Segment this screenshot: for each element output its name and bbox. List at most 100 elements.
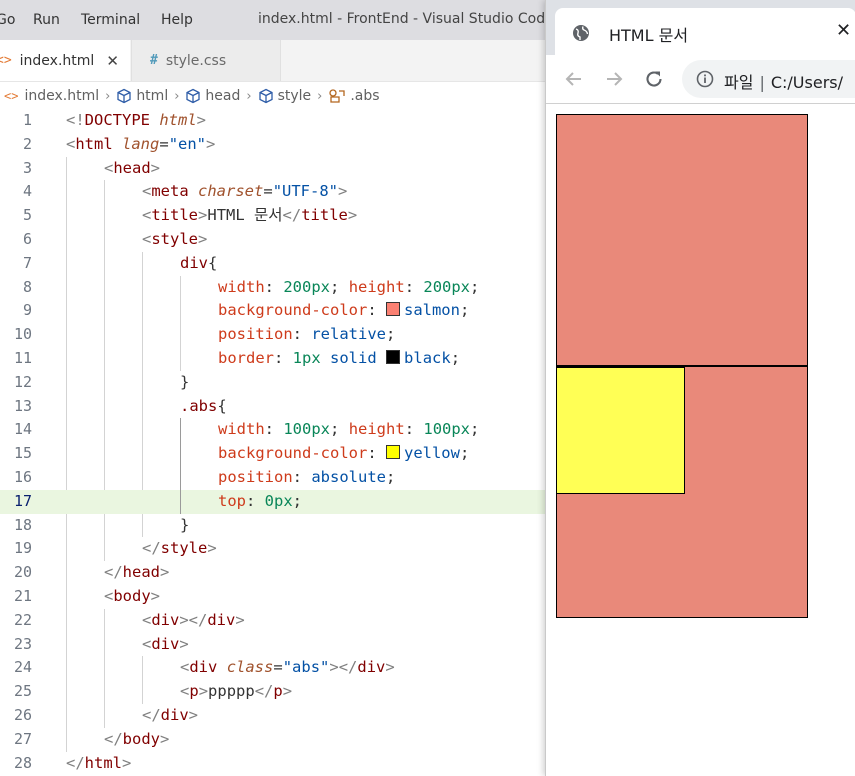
code-text: background-color: yellow;: [218, 444, 470, 463]
chevron-right-icon: ›: [105, 88, 111, 104]
css-selector-icon: [329, 89, 345, 103]
line-number: 15: [13, 444, 32, 463]
element-cube-icon: [117, 88, 131, 104]
info-icon[interactable]: [696, 70, 714, 88]
reload-icon[interactable]: [643, 68, 665, 90]
code-line: 4 <meta charset="UTF-8">: [0, 180, 545, 205]
code-text: <div>: [142, 634, 189, 653]
code-text: <style>: [142, 229, 208, 248]
line-number: 11: [13, 348, 32, 367]
color-swatch[interactable]: [386, 349, 401, 364]
code-text: </html>: [66, 753, 132, 772]
menu-go[interactable]: Go: [0, 12, 15, 28]
code-line: 24 <div class="abs"></div>: [0, 656, 545, 681]
tab-index-html[interactable]: <> index.html ✕: [0, 40, 130, 81]
title-bar: Go Run Terminal Help index.html - FrontE…: [0, 0, 545, 40]
browser-tab[interactable]: HTML 문서 ✕: [555, 8, 855, 55]
line-number: 21: [13, 586, 32, 605]
code-line: 11 border: 1px solid black;: [0, 346, 545, 371]
line-number: 22: [13, 610, 32, 629]
line-number: 5: [22, 206, 32, 225]
address-text: 파일 | C:/Users/: [724, 69, 843, 93]
line-number: 4: [22, 182, 32, 201]
code-line: 22 <div></div>: [0, 608, 545, 633]
page-viewport: [546, 104, 855, 776]
line-number: 24: [13, 658, 32, 677]
address-separator: |: [759, 73, 765, 92]
code-text: background-color: salmon;: [218, 301, 470, 320]
code-line: 28 </html>: [0, 752, 545, 776]
back-icon[interactable]: [564, 69, 584, 89]
chevron-right-icon: ›: [246, 88, 252, 104]
code-text: </body>: [104, 729, 170, 748]
code-text: top: 0px;: [218, 491, 303, 510]
code-line: 10 position: relative;: [0, 323, 545, 347]
close-icon[interactable]: ✕: [106, 52, 119, 70]
line-number: 14: [13, 420, 32, 439]
element-cube-icon: [186, 88, 201, 104]
code-line: 7 div{: [0, 251, 545, 276]
code-text: <head>: [104, 158, 161, 177]
breadcrumb-item-abs[interactable]: .abs: [328, 88, 380, 104]
line-number: 2: [22, 134, 32, 153]
code-line: 23 <div>: [0, 632, 545, 657]
code-line: 14 width: 100px; height: 100px;: [0, 418, 545, 443]
code-text: position: absolute;: [218, 467, 396, 486]
globe-icon: [573, 25, 589, 41]
html-file-icon: <>: [0, 53, 12, 68]
browser-window: HTML 문서 ✕ 파일 | C:/Users/: [545, 0, 855, 776]
code-text: width: 100px; height: 100px;: [218, 420, 480, 439]
browser-toolbar: 파일 | C:/Users/: [546, 55, 855, 104]
html-file-icon: <>: [4, 89, 19, 103]
line-number: 17: [13, 491, 32, 510]
code-line: 8 width: 200px; height: 200px;: [0, 275, 545, 300]
css-file-icon: #: [150, 53, 158, 68]
breadcrumb-item-html[interactable]: html: [116, 88, 168, 104]
line-number: 23: [13, 634, 32, 653]
code-line: 5 <title>HTML 문서</title>: [0, 204, 545, 228]
code-line-current[interactable]: 17 top: 0px;: [0, 489, 545, 514]
code-text: }: [180, 515, 190, 534]
code-line: 12}: [0, 370, 545, 395]
tab-style-css[interactable]: # style.css: [131, 40, 281, 81]
chevron-right-icon: ›: [317, 88, 323, 104]
tab-label: style.css: [165, 52, 227, 69]
code-line: 25 <p>ppppp</p>: [0, 680, 545, 704]
code-line: 6 <style>: [0, 227, 545, 252]
line-number: 16: [13, 467, 32, 486]
breadcrumb-item-file[interactable]: <> index.html: [0, 88, 99, 104]
code-line: 20 </head>: [0, 561, 545, 585]
code-text: </head>: [104, 563, 170, 582]
code-text: </style>: [142, 539, 217, 558]
address-scheme-label: 파일: [724, 73, 754, 92]
line-number: 20: [13, 563, 32, 582]
line-number: 25: [13, 682, 32, 701]
close-icon[interactable]: ✕: [836, 20, 851, 41]
code-text: <meta charset="UTF-8">: [142, 182, 348, 201]
code-text: <!DOCTYPE html>: [66, 111, 207, 129]
address-bar[interactable]: 파일 | C:/Users/: [682, 60, 855, 98]
menu-help[interactable]: Help: [161, 12, 193, 28]
window-title: index.html - FrontEnd - Visual Studio Co…: [258, 11, 545, 27]
line-number: 3: [22, 158, 32, 177]
menu-terminal[interactable]: Terminal: [81, 12, 140, 28]
line-number: 13: [13, 396, 32, 415]
code-editor[interactable]: 1 <!DOCTYPE html> 2 <html lang="en"> 3 <hea…: [0, 109, 545, 776]
line-number: 8: [22, 277, 32, 296]
color-swatch[interactable]: [385, 445, 400, 460]
code-text: width: 200px; height: 200px;: [218, 277, 480, 296]
color-swatch[interactable]: [385, 302, 400, 317]
breadcrumb-item-head[interactable]: head: [185, 88, 240, 104]
menu-run[interactable]: Run: [33, 12, 60, 28]
breadcrumb-item-style[interactable]: style: [258, 88, 311, 104]
editor-tab-bar: <> index.html ✕ # style.css: [0, 40, 545, 82]
code-line: 18}: [0, 513, 545, 538]
code-text: <div class="abs"></div>: [180, 658, 395, 677]
line-number: 12: [13, 372, 32, 391]
code-text: <title>HTML 문서</title>: [142, 206, 358, 225]
code-line: 13 .abs{: [0, 394, 545, 419]
browser-tab-title: HTML 문서: [609, 26, 689, 45]
forward-icon[interactable]: [604, 69, 624, 89]
code-line: 27 </body>: [0, 727, 545, 752]
chevron-right-icon: ›: [174, 88, 180, 104]
